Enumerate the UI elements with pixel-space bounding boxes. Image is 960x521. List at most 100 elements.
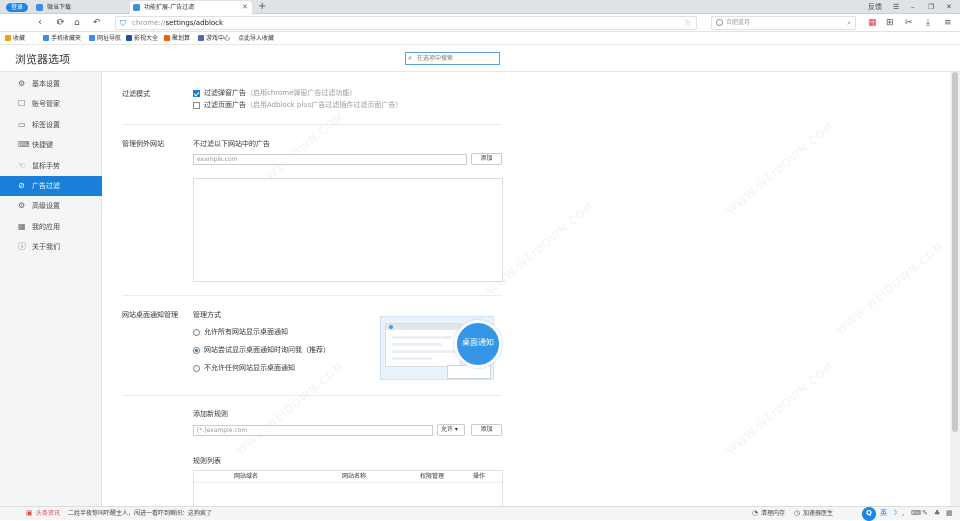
gear-icon: ⚙ xyxy=(18,79,26,88)
add-exception-button[interactable]: 添加 xyxy=(471,153,502,165)
bookmark-import[interactable]: 点此导入收藏 xyxy=(229,32,274,45)
notify-allow-all-option[interactable]: 允许所有网站显示桌面通知 xyxy=(193,328,288,337)
block-icon: ⊘ xyxy=(18,181,25,190)
desktop-notification-bubble: 桌面通知 xyxy=(454,320,502,368)
search-icon[interactable]: ⌕ xyxy=(847,17,851,29)
speed-doctor-button[interactable]: 加速器医生 xyxy=(803,507,833,520)
notify-ask-option[interactable]: 网站尝试显示桌面通知时询问我（推荐） xyxy=(193,346,330,355)
tab-adblock[interactable]: 功能扩展-广告过滤 ✕ xyxy=(130,1,252,14)
news-label[interactable]: 头条资讯 xyxy=(36,507,60,520)
sidebar-item-advanced[interactable]: ⚙ 高级设置 xyxy=(0,196,102,216)
scissors-icon[interactable]: ✂ xyxy=(905,16,913,30)
grid-icon[interactable]: ⊞ xyxy=(886,16,894,30)
more-icon[interactable]: ≡ xyxy=(944,16,952,30)
sidebar-item-account[interactable]: ☐ 账号管家 xyxy=(0,94,102,114)
gear-icon xyxy=(133,4,140,11)
rule-pattern-input[interactable]: [*.]example.com xyxy=(193,425,433,436)
lang-icon[interactable]: 英 xyxy=(880,507,887,520)
moon-icon[interactable]: ☽ xyxy=(891,507,897,520)
bookmark-video[interactable]: 影视大全 xyxy=(125,32,158,45)
tools-icon[interactable]: ✎ xyxy=(922,507,928,520)
filter-popup-checkbox[interactable] xyxy=(193,90,200,97)
search-box[interactable]: 合肥蓝月 ⌕ xyxy=(711,16,856,30)
menu-icon[interactable]: ☰ xyxy=(893,0,899,14)
clean-memory-button[interactable]: 清理内存 xyxy=(761,507,785,520)
exceptions-desc: 不过滤以下网站中的广告 xyxy=(193,140,270,148)
tab-label: 微当下载 xyxy=(47,4,72,11)
sidebar-item-about[interactable]: ⓘ 关于我们 xyxy=(0,237,102,257)
rule-table: 网站域名 网站名称 权限管理 操作 xyxy=(193,470,503,506)
settings-search-input[interactable]: ⌕ 在选项中搜索 xyxy=(405,52,500,65)
restore-icon[interactable]: ❐ xyxy=(928,0,934,14)
extension-icon[interactable]: ▦ xyxy=(868,16,877,30)
bookmark-favorites[interactable]: 收藏 xyxy=(4,32,25,45)
sogou-input-icon[interactable]: Q xyxy=(862,507,876,521)
address-bar[interactable]: ⛉ chrome://settings/adblock ☆ xyxy=(115,16,697,30)
add-rule-button[interactable]: 添加 xyxy=(471,424,502,436)
settings-icon: ⚙ xyxy=(18,201,26,210)
speed-icon: ◷ xyxy=(794,509,801,517)
apps-icon: ▦ xyxy=(18,222,26,231)
sidebar-item-gestures[interactable]: ☜ 鼠标手势 xyxy=(0,156,102,176)
rule-permission-select[interactable]: 允许 ▾ xyxy=(437,424,465,436)
notify-block-all-radio[interactable] xyxy=(193,365,200,372)
keyboard-icon[interactable]: ⌨ xyxy=(911,507,921,520)
scrollbar-thumb[interactable] xyxy=(952,72,958,432)
close-window-icon[interactable]: ✕ xyxy=(946,0,952,14)
info-icon: ⓘ xyxy=(18,242,26,251)
tab-icon: ▭ xyxy=(18,120,26,129)
notify-allow-all-radio[interactable] xyxy=(193,329,200,336)
sidebar-item-shortcuts[interactable]: ⌨ 快捷键 xyxy=(0,135,102,155)
news-headline[interactable]: 二姓半夜惊叫吓醒主人，闯进一看吓到瞬间：这狗疯了 xyxy=(68,507,212,520)
column-site-name: 网站名称 xyxy=(342,473,367,480)
column-permission: 权限管理 xyxy=(420,473,445,480)
back-icon[interactable]: ‹ xyxy=(38,16,42,30)
news-icon: ▣ xyxy=(26,509,33,517)
keyboard-icon: ⌨ xyxy=(18,140,30,149)
tab-weidown[interactable]: 微当下载 xyxy=(33,1,130,14)
bookmark-nav[interactable]: 网址导航 xyxy=(88,32,121,45)
notify-block-all-option[interactable]: 不允许任何网站显示桌面通知 xyxy=(193,364,295,373)
shopping-icon xyxy=(164,35,170,41)
filter-popup-option[interactable]: 过滤弹窗广告（启用chrome弹窗广告过滤功能） xyxy=(193,89,356,98)
column-action: 操作 xyxy=(473,473,486,480)
shield-icon: ⛉ xyxy=(120,19,126,28)
grid-icon[interactable]: ▦ xyxy=(946,507,953,520)
nav-icon xyxy=(89,35,95,41)
filter-page-option[interactable]: 过滤页面广告（启用Adblock plus广告过滤插件过滤页面广告） xyxy=(193,101,402,110)
punctuation-icon[interactable]: , xyxy=(902,507,904,520)
notify-ask-radio[interactable] xyxy=(193,347,200,354)
close-tab-icon[interactable]: ✕ xyxy=(242,1,248,14)
sidebar-item-basic[interactable]: ⚙ 基本设置 xyxy=(0,74,102,94)
sidebar-item-tabs[interactable]: ▭ 标签设置 xyxy=(0,115,102,135)
refresh-icon[interactable]: ⟳ xyxy=(57,16,65,30)
content-scrollbar[interactable] xyxy=(950,72,960,506)
manage-mode-label: 管理方式 xyxy=(193,311,221,319)
chevron-down-icon: ▾ xyxy=(453,426,458,433)
filter-page-checkbox[interactable] xyxy=(193,102,200,109)
sidebar-item-apps[interactable]: ▦ 我的应用 xyxy=(0,217,102,237)
search-icon: ⌕ xyxy=(408,54,412,62)
home-icon[interactable]: ⌂ xyxy=(74,16,80,30)
login-button[interactable]: 登录 xyxy=(6,3,28,12)
minimize-icon[interactable]: – xyxy=(911,0,915,14)
feedback-link[interactable]: 反馈 xyxy=(868,0,882,14)
download-icon[interactable]: ⤓ xyxy=(926,16,930,30)
sidebar-item-adblock[interactable]: ⊘ 广告过滤 xyxy=(0,176,108,196)
bookmark-games[interactable]: 游戏中心 xyxy=(197,32,230,45)
exception-site-input[interactable]: example.com xyxy=(193,154,467,165)
settings-content: WWW.WEIDOWN.COM WWW.WEIDOWN.COM WWW.WEID… xyxy=(102,72,950,506)
bookmark-mobile[interactable]: 手机收藏夹 xyxy=(42,32,81,45)
rule-list-title: 规则列表 xyxy=(193,457,221,465)
bookmark-juhuasuan[interactable]: 聚划算 xyxy=(163,32,190,45)
rule-table-header: 网站域名 网站名称 权限管理 操作 xyxy=(194,471,502,483)
tab-bar: 登录 微当下载 功能扩展-广告过滤 ✕ + 反馈 ☰ – ❐ ✕ xyxy=(0,0,960,14)
exceptions-title: 管理例外网站 xyxy=(122,140,164,148)
filter-mode-title: 过滤模式 xyxy=(122,90,150,98)
new-tab-button[interactable]: + xyxy=(258,0,266,13)
undo-icon[interactable]: ↶ xyxy=(93,16,101,30)
skin-icon[interactable]: ♣ xyxy=(934,507,940,520)
star-icon[interactable]: ☆ xyxy=(684,17,691,29)
account-icon: ☐ xyxy=(18,99,26,108)
search-engine-icon[interactable] xyxy=(716,19,723,26)
